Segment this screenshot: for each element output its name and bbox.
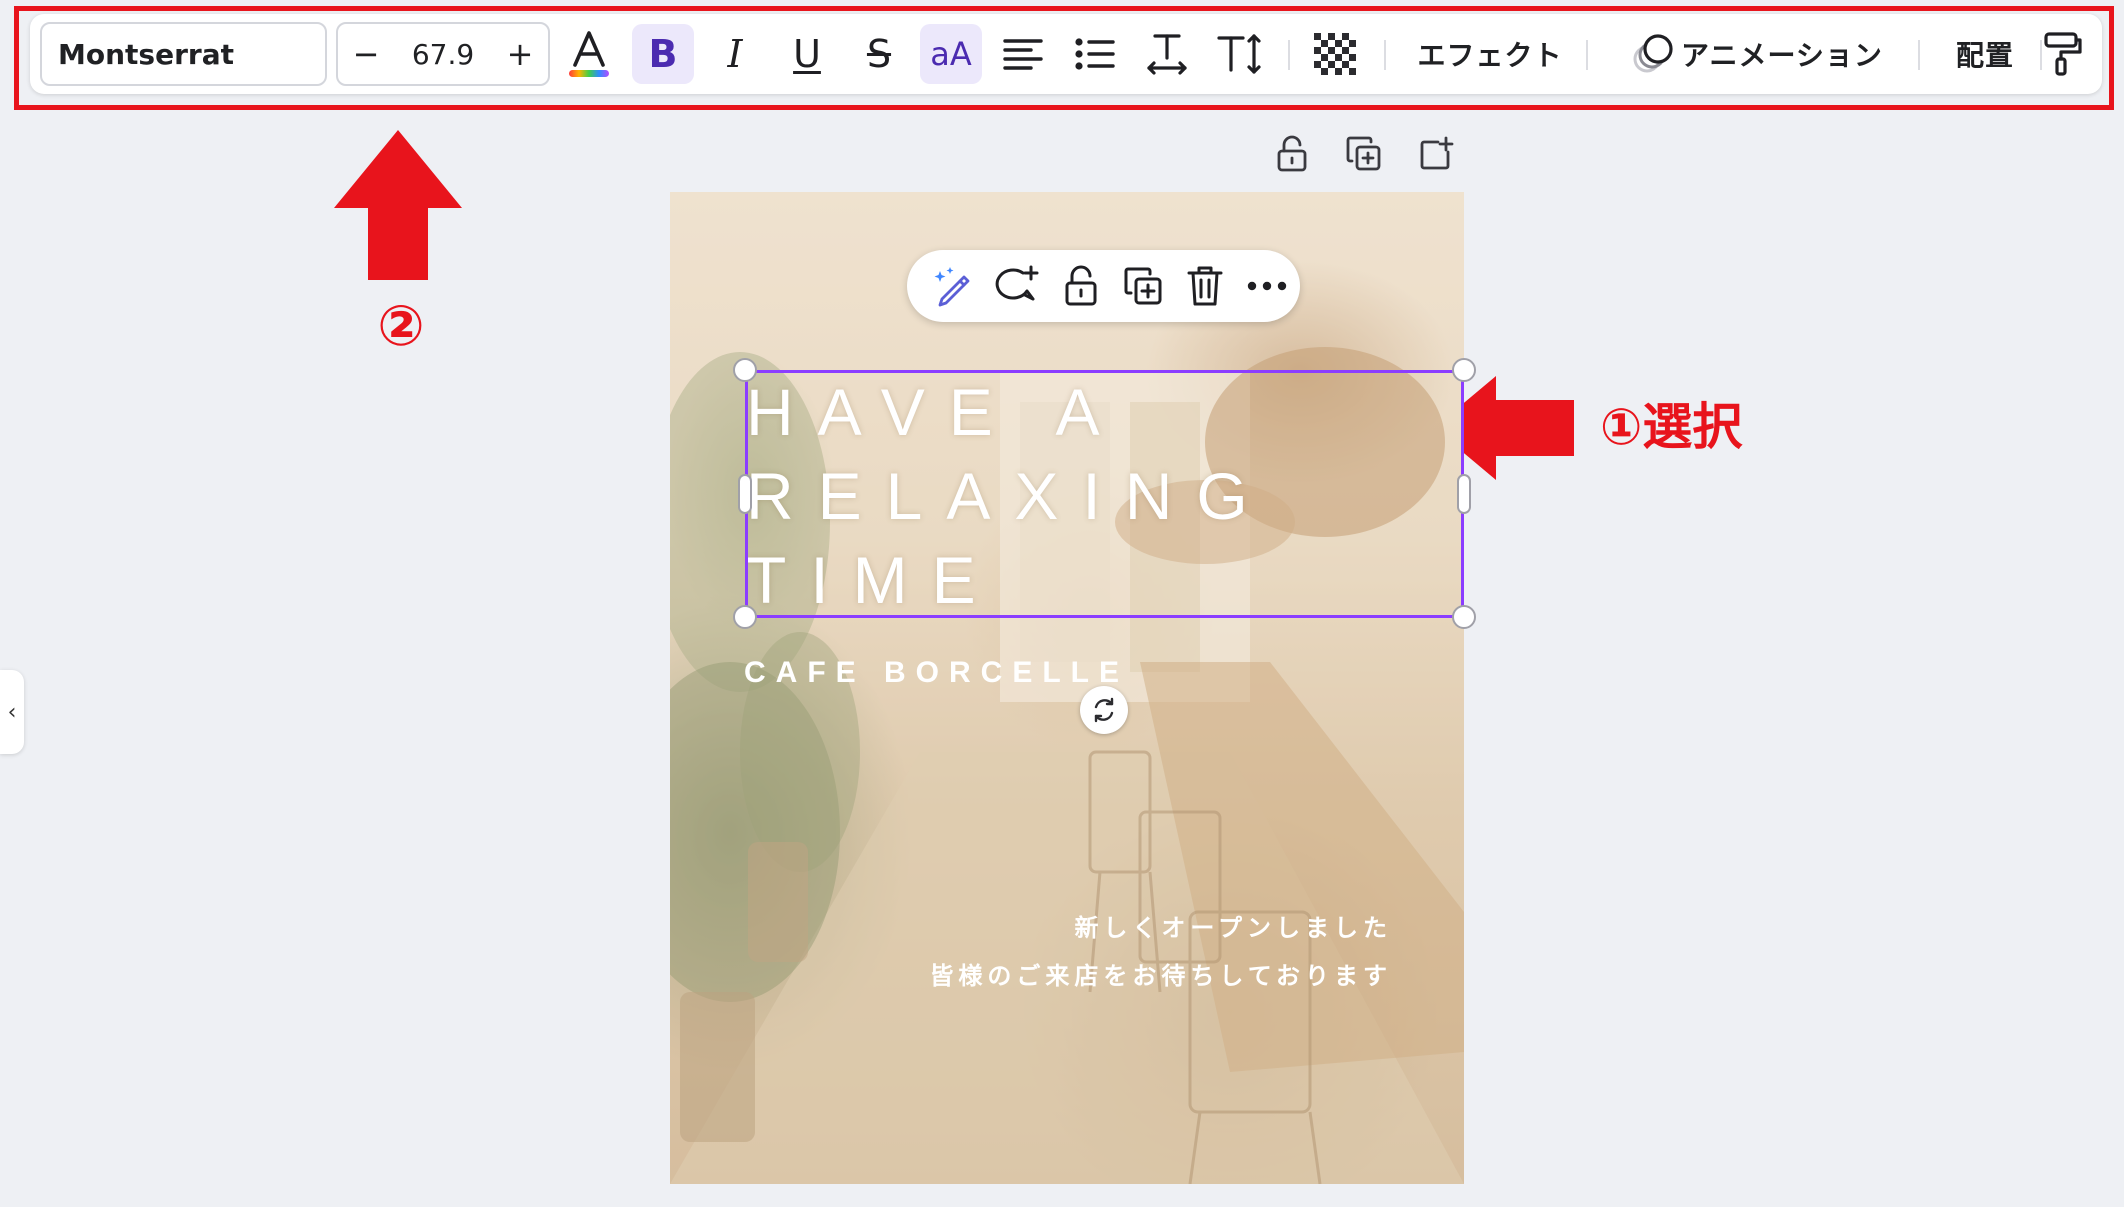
opening-message-line-1[interactable]: 新しくオープンしました [1074, 908, 1392, 943]
resize-handle-bottom-right[interactable] [1452, 605, 1476, 629]
more-options-button[interactable] [1241, 260, 1293, 312]
text-selection-box[interactable] [745, 370, 1464, 618]
delete-element-button[interactable] [1179, 260, 1231, 312]
collapse-panel-button[interactable]: ‹ [0, 670, 24, 754]
lock-icon [1065, 265, 1097, 306]
lock-element-button[interactable] [1055, 260, 1107, 312]
lock-page-button[interactable] [1270, 132, 1314, 176]
toolbar-highlight-annotation [14, 6, 2114, 110]
resize-handle-right[interactable] [1457, 474, 1471, 514]
resize-handle-top-right[interactable] [1452, 358, 1476, 382]
add-page-icon [1420, 136, 1454, 170]
rotate-handle[interactable] [1080, 686, 1128, 734]
element-context-toolbar [907, 250, 1300, 322]
magic-edit-button[interactable] [927, 260, 979, 312]
trash-icon [1187, 266, 1223, 306]
add-comment-button[interactable] [991, 260, 1043, 312]
design-page[interactable]: HAVE A RELAXING TIME CAFE BORCELLE 新しくオー… [670, 192, 1464, 1184]
chevron-left-icon: ‹ [7, 699, 17, 725]
duplicate-element-button[interactable] [1117, 260, 1169, 312]
duplicate-icon [1124, 267, 1162, 305]
resize-handle-top-left[interactable] [733, 358, 757, 382]
magic-pencil-icon [934, 267, 970, 307]
lock-icon [1277, 135, 1307, 172]
resize-handle-left[interactable] [738, 474, 752, 514]
duplicate-icon [1346, 136, 1381, 171]
red-arrow-up-annotation [334, 130, 462, 280]
add-page-button[interactable] [1414, 132, 1458, 176]
duplicate-page-button[interactable] [1342, 132, 1386, 176]
brand-name[interactable]: CAFE BORCELLE [744, 656, 1129, 690]
step-2-label: ② [377, 294, 425, 359]
comment-plus-icon [995, 265, 1039, 301]
more-dots-icon [1247, 281, 1287, 291]
step-1-select-label: ①選択 [1600, 398, 1743, 456]
opening-message-line-2[interactable]: 皆様のご来店をお待ちしております [929, 956, 1392, 991]
resize-handle-bottom-left[interactable] [733, 605, 757, 629]
rotate-icon [1094, 697, 1114, 723]
